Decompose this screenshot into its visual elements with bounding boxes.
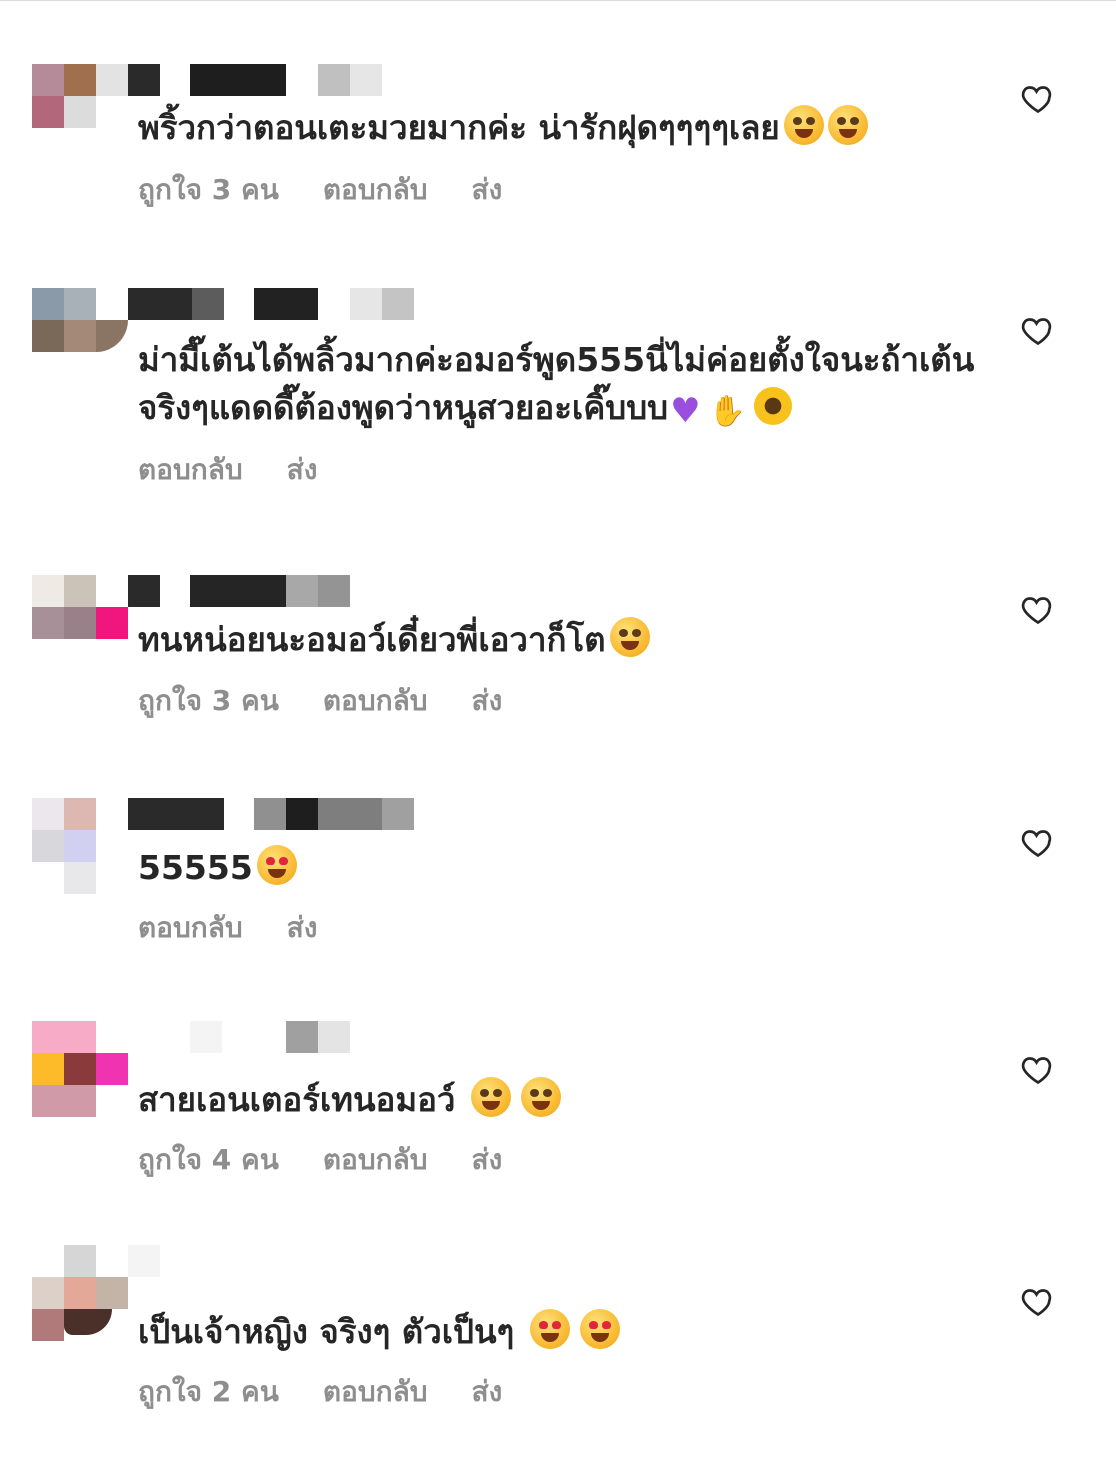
like-heart-icon[interactable] xyxy=(1020,312,1056,348)
smiling-face-with-hearts-icon xyxy=(827,105,868,145)
like-heart-icon[interactable] xyxy=(1020,1051,1056,1087)
send-button[interactable]: ส่ง xyxy=(472,170,503,210)
avatar-pixelated[interactable] xyxy=(32,64,128,160)
comment-text: ทนหน่อยนะอมอว์เดี๋ยวพี่เอวาก็โต xyxy=(138,616,978,664)
comment-actions: ถูกใจ 4 คน ตอบกลับ ส่ง xyxy=(138,1140,502,1180)
reply-button[interactable]: ตอบกลับ xyxy=(138,450,243,490)
sunflower-icon xyxy=(753,387,792,425)
reply-button[interactable]: ตอบกลับ xyxy=(323,681,428,721)
comment-actions: ตอบกลับ ส่ง xyxy=(138,450,317,490)
comment-actions: ตอบกลับ ส่ง xyxy=(138,908,317,948)
send-button[interactable]: ส่ง xyxy=(472,681,503,721)
love-you-gesture-icon: ✋ xyxy=(708,394,746,429)
avatar-pixelated[interactable] xyxy=(32,798,128,894)
reply-button[interactable]: ตอบกลับ xyxy=(323,1372,428,1412)
avatar-pixelated[interactable] xyxy=(32,1245,128,1341)
reply-button[interactable]: ตอบกลับ xyxy=(138,908,243,948)
smiling-face-with-heart-eyes-icon xyxy=(579,1309,620,1349)
avatar-pixelated[interactable] xyxy=(32,288,128,384)
like-heart-icon[interactable] xyxy=(1020,80,1056,116)
reply-button[interactable]: ตอบกลับ xyxy=(323,1140,428,1180)
likes-count[interactable]: ถูกใจ 3 คน xyxy=(138,170,279,210)
like-heart-icon[interactable] xyxy=(1020,1283,1056,1319)
smiling-face-with-hearts-icon xyxy=(783,105,824,145)
smiling-face-with-heart-eyes-icon xyxy=(529,1309,570,1349)
comment-text: เป็นเจ้าหญิง จริงๆ ตัวเป็นๆ xyxy=(138,1308,978,1356)
like-heart-icon[interactable] xyxy=(1020,824,1056,860)
rolling-on-the-floor-laughing-icon xyxy=(470,1077,511,1117)
top-divider xyxy=(0,0,1116,1)
likes-count[interactable]: ถูกใจ 3 คน xyxy=(138,681,279,721)
comment-text: สายเอนเตอร์เทนอมอว์ xyxy=(138,1076,978,1124)
comment-text: 55555 xyxy=(138,844,978,892)
comment-actions: ถูกใจ 2 คน ตอบกลับ ส่ง xyxy=(138,1372,502,1412)
send-button[interactable]: ส่ง xyxy=(287,450,318,490)
comment-text: ม่ามี๊เต้นได้พลิ้วมากค่ะอมอร์พูด555นี่ไม… xyxy=(138,336,978,436)
comment-actions: ถูกใจ 3 คน ตอบกลับ ส่ง xyxy=(138,170,502,210)
likes-count[interactable]: ถูกใจ 2 คน xyxy=(138,1372,279,1412)
comment-actions: ถูกใจ 3 คน ตอบกลับ ส่ง xyxy=(138,681,502,721)
reply-button[interactable]: ตอบกลับ xyxy=(323,170,428,210)
send-button[interactable]: ส่ง xyxy=(472,1372,503,1412)
comment-text: พริ้วกว่าตอนเตะมวยมากค่ะ น่ารักฝุดๆๆๆๆเล… xyxy=(138,104,978,152)
smiling-face-with-heart-eyes-icon xyxy=(256,845,297,885)
face-with-tears-of-joy-icon xyxy=(609,617,650,657)
avatar-pixelated[interactable] xyxy=(32,1021,128,1117)
face-with-hand-over-mouth-icon xyxy=(520,1077,561,1117)
send-button[interactable]: ส่ง xyxy=(472,1140,503,1180)
avatar-pixelated[interactable] xyxy=(32,575,128,671)
likes-count[interactable]: ถูกใจ 4 คน xyxy=(138,1140,279,1180)
send-button[interactable]: ส่ง xyxy=(287,908,318,948)
like-heart-icon[interactable] xyxy=(1020,591,1056,627)
purple-heart-icon: ♥ xyxy=(670,391,701,431)
